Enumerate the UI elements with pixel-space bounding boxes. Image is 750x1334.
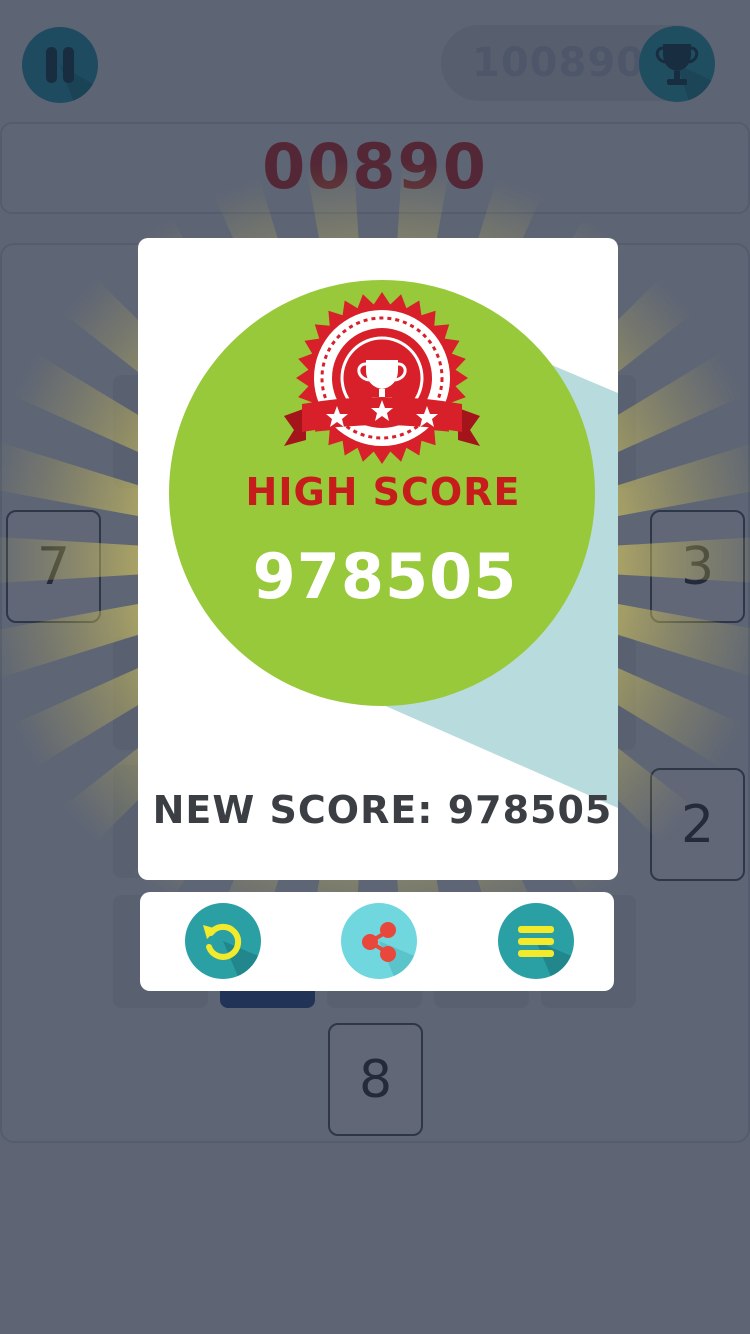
menu-icon: [518, 926, 574, 979]
share-icon: [362, 922, 417, 979]
replay-icon: [203, 923, 261, 979]
replay-button[interactable]: [185, 903, 261, 979]
high-score-title: HIGH SCORE: [245, 470, 521, 514]
new-score-label: NEW SCORE: 978505: [152, 788, 613, 832]
menu-button[interactable]: [498, 903, 574, 979]
share-button[interactable]: [341, 903, 417, 979]
high-score-value: 978505: [252, 540, 518, 613]
